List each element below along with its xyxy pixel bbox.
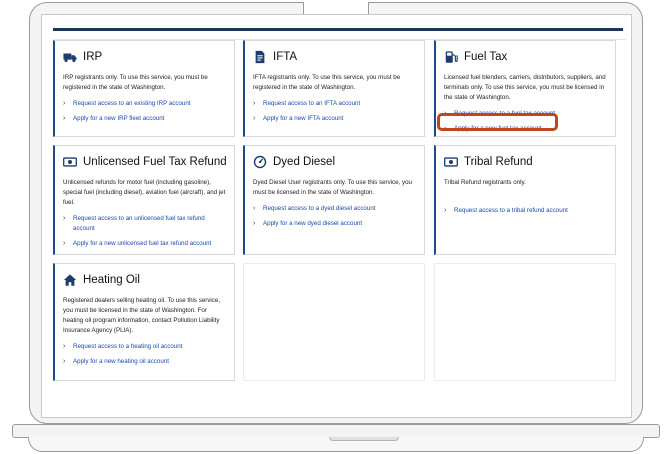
fuel-pump-icon	[444, 50, 458, 64]
card-ifta: IFTA IFTA registrants only. To use this …	[243, 40, 425, 137]
card-description: Unlicensed refunds for motor fuel (inclu…	[63, 179, 226, 206]
empty-grid-cell	[243, 263, 425, 381]
apply-ifta-link[interactable]: › Apply for a new IFTA account	[253, 114, 424, 124]
apply-irp-fleet-link[interactable]: › Apply for a new IRP fleet account	[63, 114, 234, 124]
card-description: Registered dealers selling heating oil. …	[63, 297, 221, 334]
laptop-hinge	[12, 424, 660, 438]
gauge-icon	[253, 155, 267, 169]
highlight-box	[437, 113, 558, 131]
card-title: Fuel Tax	[464, 51, 508, 63]
truck-icon	[63, 50, 77, 64]
card-irp: IRP IRP registrants only. To use this se…	[53, 40, 235, 137]
card-description: IFTA registrants only. To use this servi…	[253, 74, 401, 91]
laptop-screen: IRP IRP registrants only. To use this se…	[41, 14, 632, 418]
card-title: Unlicensed Fuel Tax Refund	[83, 156, 227, 168]
card-tribal-refund: Tribal Refund Tribal Refund registrants …	[434, 145, 616, 255]
laptop-base-notch	[329, 437, 399, 441]
request-heating-oil-access-link[interactable]: › Request access to a heating oil account	[63, 342, 234, 352]
card-title: IFTA	[273, 51, 298, 63]
apply-dyed-diesel-link[interactable]: › Apply for a new dyed diesel account	[253, 219, 424, 229]
service-card-grid: IRP IRP registrants only. To use this se…	[53, 39, 626, 411]
document-icon	[253, 50, 267, 64]
card-description: Dyed Diesel User registrants only. To us…	[253, 179, 412, 196]
home-icon	[63, 273, 77, 287]
laptop-base	[28, 437, 644, 452]
apply-heating-oil-link[interactable]: › Apply for a new heating oil account	[63, 357, 234, 367]
card-heating-oil: Heating Oil Registered dealers selling h…	[53, 263, 235, 381]
card-unlicensed-fuel-tax-refund: Unlicensed Fuel Tax Refund Unlicensed re…	[53, 145, 235, 255]
card-dyed-diesel: Dyed Diesel Dyed Diesel User registrants…	[243, 145, 425, 255]
page-header-bar	[53, 28, 623, 31]
apply-unlicensed-refund-link[interactable]: › Apply for a new unlicensed fuel tax ref…	[63, 239, 234, 249]
card-title: IRP	[83, 51, 103, 63]
money-icon	[444, 155, 458, 169]
request-tribal-refund-access-link[interactable]: › Request access to a tribal refund accou…	[444, 206, 615, 216]
request-dyed-diesel-access-link[interactable]: › Request access to a dyed diesel account	[253, 204, 424, 214]
card-title: Dyed Diesel	[273, 156, 335, 168]
card-description: Licensed fuel blenders, carriers, distri…	[444, 74, 606, 101]
card-description: Tribal Refund registrants only.	[444, 179, 526, 186]
request-ifta-access-link[interactable]: › Request access to an IFTA account	[253, 99, 424, 109]
card-title: Tribal Refund	[464, 156, 533, 168]
request-irp-access-link[interactable]: › Request access to an existing IRP accou…	[63, 99, 234, 109]
empty-grid-cell	[434, 263, 616, 381]
money-icon	[63, 155, 77, 169]
request-unlicensed-refund-access-link[interactable]: › Request access to an unlicensed fuel ta…	[63, 214, 234, 234]
card-description: IRP registrants only. To use this servic…	[63, 74, 208, 91]
card-title: Heating Oil	[83, 274, 140, 286]
